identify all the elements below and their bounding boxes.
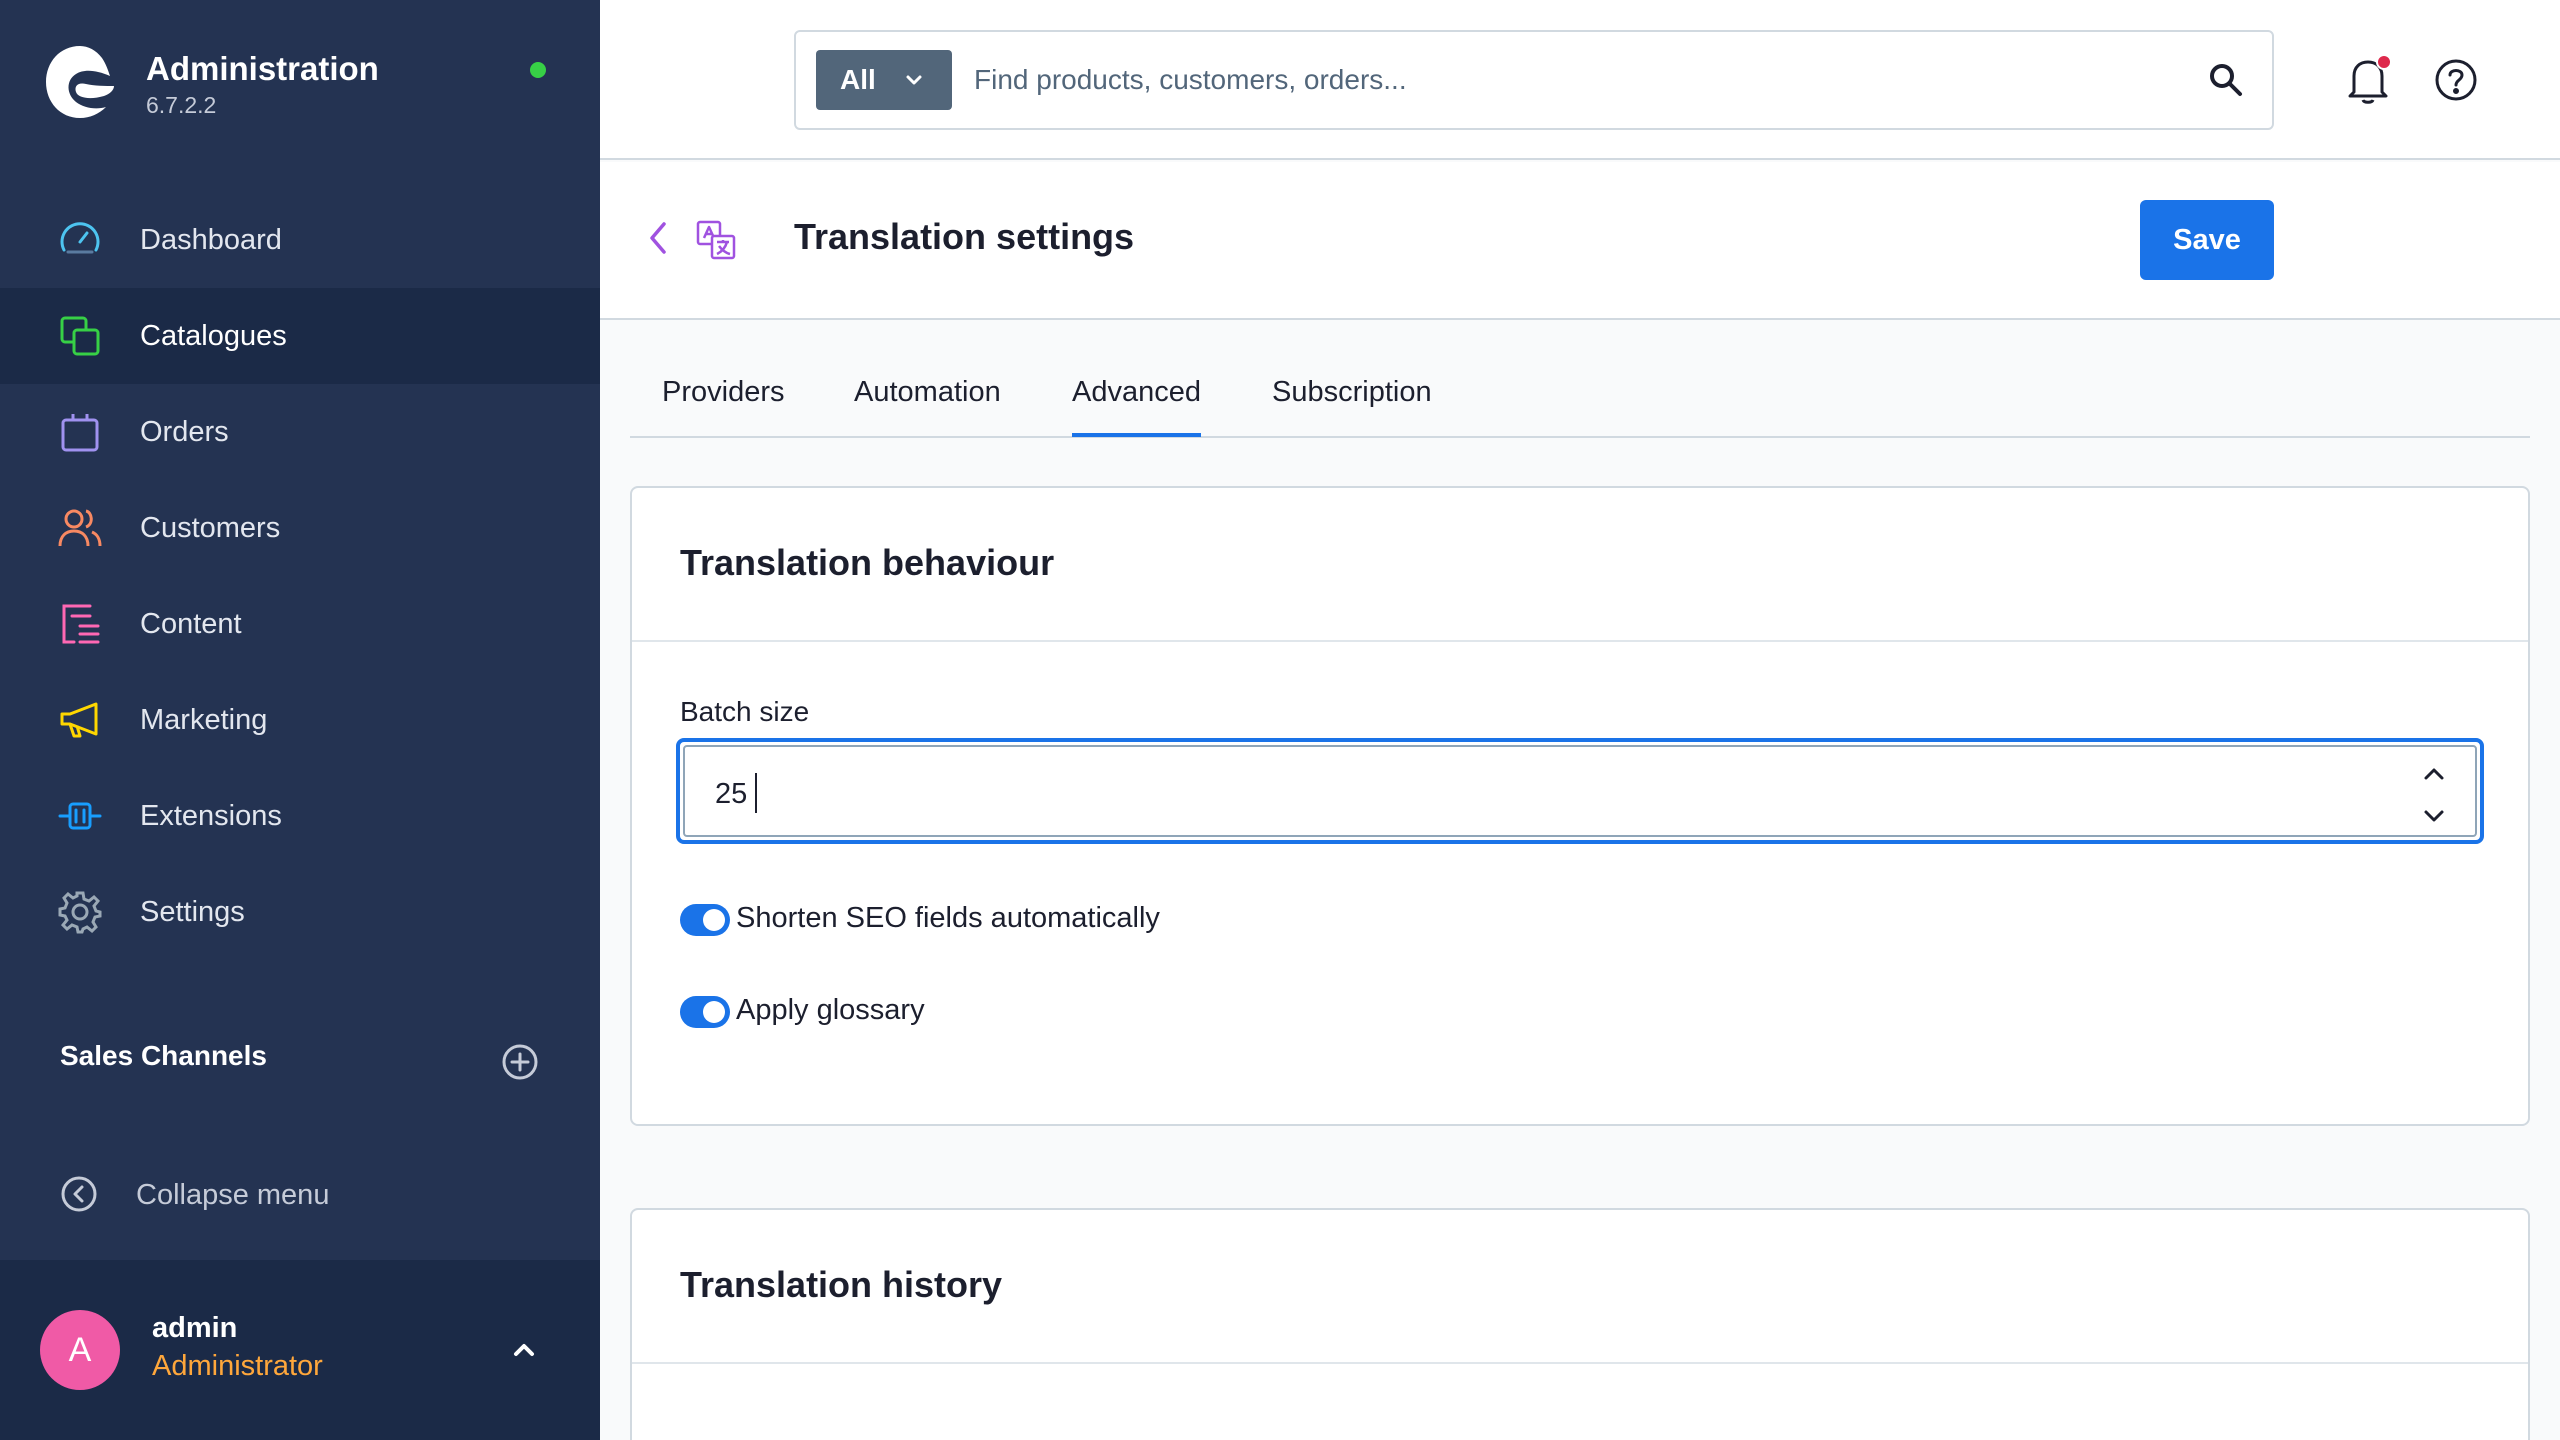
chevron-down-icon[interactable] [2421, 805, 2447, 827]
app-version: 6.7.2.2 [146, 92, 217, 118]
apply-glossary-toggle[interactable]: Apply glossary [680, 992, 1080, 1032]
settings-tabs: Providers Automation Advanced Subscripti… [630, 322, 2530, 438]
plug-icon [58, 802, 102, 830]
card-title: Translation behaviour [680, 542, 1055, 583]
collapse-menu-label: Collapse menu [136, 1179, 330, 1211]
search-scope-dropdown[interactable]: All [816, 50, 952, 110]
text-caret [755, 773, 757, 813]
batch-size-field [676, 738, 2484, 844]
add-sales-channel-icon[interactable] [500, 1042, 540, 1082]
batch-size-input[interactable] [715, 769, 2315, 819]
save-button[interactable]: Save [2140, 200, 2274, 280]
shorten-seo-toggle[interactable]: Shorten SEO fields automatically [680, 900, 1280, 940]
sidebar-item-label: Customers [140, 511, 281, 544]
avatar: A [40, 1310, 120, 1390]
sidebar: Administration 6.7.2.2 Dashboard Catalog… [0, 0, 600, 1440]
chevron-left-icon[interactable] [642, 218, 674, 258]
sidebar-item-label: Marketing [140, 703, 268, 736]
sidebar-item-label: Dashboard [140, 223, 282, 256]
translation-history-card: Translation history [630, 1208, 2530, 1440]
user-name: admin [152, 1312, 238, 1344]
search-icon[interactable] [2208, 62, 2244, 98]
sidebar-item-label: Settings [140, 895, 245, 928]
shopping-bag-icon [61, 414, 99, 452]
users-icon [58, 509, 102, 547]
card-title: Translation history [680, 1264, 1003, 1305]
catalogue-icon [60, 316, 100, 356]
notification-badge [2376, 54, 2392, 70]
main-nav: Dashboard Catalogues Orders Customers Co… [0, 192, 600, 960]
app-title: Administration [146, 50, 379, 87]
notifications-button[interactable] [2344, 54, 2392, 106]
sidebar-item-extensions[interactable]: Extensions [0, 768, 600, 864]
page-title: Translation settings [794, 216, 1135, 257]
toggle-label: Apply glossary [736, 994, 925, 1026]
sidebar-item-orders[interactable]: Orders [0, 384, 600, 480]
batch-size-label: Batch size [680, 696, 810, 727]
sidebar-item-dashboard[interactable]: Dashboard [0, 192, 600, 288]
toggle-switch[interactable] [680, 996, 730, 1028]
sidebar-item-label: Orders [140, 415, 229, 448]
global-search: All [794, 30, 2274, 130]
toggle-switch[interactable] [680, 904, 730, 936]
toggle-knob [703, 1001, 725, 1023]
content-list-icon [62, 604, 100, 644]
sales-channels-label: Sales Channels [60, 1040, 267, 1071]
tab-providers[interactable]: Providers [662, 376, 785, 409]
chevron-up-icon[interactable] [2421, 763, 2447, 785]
chevron-up-icon[interactable] [508, 1334, 540, 1366]
toggle-knob [703, 909, 725, 931]
tab-subscription[interactable]: Subscription [1272, 376, 1432, 409]
help-icon[interactable] [2434, 58, 2478, 102]
sidebar-item-label: Catalogues [140, 319, 287, 352]
translation-behaviour-card: Translation behaviour Batch size Shorten… [630, 486, 2530, 1126]
search-scope-label: All [840, 64, 876, 95]
user-menu: A admin Administrator [0, 1260, 600, 1440]
translate-icon [696, 220, 736, 260]
sidebar-item-content[interactable]: Content [0, 576, 600, 672]
sidebar-item-customers[interactable]: Customers [0, 480, 600, 576]
top-bar: All [600, 0, 2560, 160]
megaphone-icon [60, 702, 98, 738]
card-header: Translation behaviour [632, 488, 2528, 642]
gear-icon [58, 891, 102, 934]
sidebar-item-catalogues[interactable]: Catalogues [0, 288, 600, 384]
toggle-label: Shorten SEO fields automatically [736, 902, 1160, 934]
search-input[interactable] [974, 52, 2154, 108]
gauge-icon [60, 222, 100, 254]
card-header: Translation history [632, 1210, 2528, 1364]
batch-size-field-inner [683, 745, 2477, 837]
sales-channels-section: Sales Channels [60, 1040, 540, 1084]
sidebar-item-label: Content [140, 607, 242, 640]
status-indicator [530, 62, 546, 78]
brand: Administration 6.7.2.2 [44, 44, 564, 124]
shopware-logo-icon [46, 46, 114, 118]
tab-automation[interactable]: Automation [854, 376, 1001, 409]
chevron-left-circle-icon [61, 1176, 97, 1212]
sidebar-item-settings[interactable]: Settings [0, 864, 600, 960]
user-role: Administrator [152, 1350, 323, 1382]
chevron-down-icon [906, 75, 922, 85]
sidebar-item-label: Extensions [140, 799, 282, 832]
collapse-menu-button[interactable]: Collapse menu [60, 1175, 480, 1219]
page-header: Translation settings Save [600, 162, 2560, 320]
tab-advanced[interactable]: Advanced [1072, 376, 1201, 437]
sidebar-item-marketing[interactable]: Marketing [0, 672, 600, 768]
